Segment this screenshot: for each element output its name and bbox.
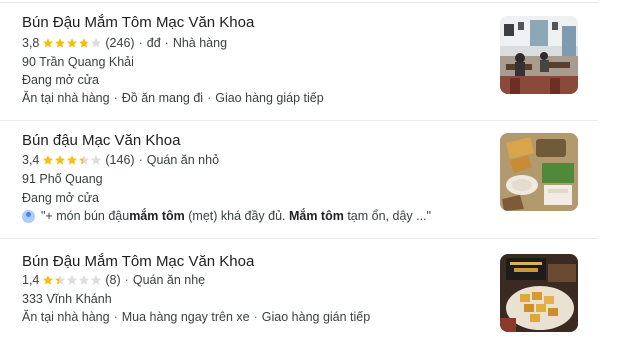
place-address: 333 Vĩnh Khánh bbox=[22, 292, 112, 306]
separator-dot: · bbox=[113, 91, 118, 105]
rating-stars bbox=[42, 154, 102, 166]
review-highlight: Mắm tôm bbox=[288, 209, 344, 223]
fried-tofu-photo-icon bbox=[500, 254, 578, 332]
divider bbox=[0, 238, 598, 239]
separator-dot: · bbox=[207, 91, 212, 105]
price-level: đđ bbox=[146, 36, 161, 50]
divider bbox=[0, 120, 598, 121]
separator-dot: · bbox=[164, 36, 169, 50]
service-option: Đồ ăn mang đi bbox=[121, 91, 204, 105]
place-address: 91 Phố Quang bbox=[22, 172, 103, 186]
star-icon bbox=[79, 275, 90, 285]
star-icon bbox=[67, 155, 78, 165]
star-icon bbox=[43, 155, 54, 165]
place-category: Nhà hàng bbox=[172, 36, 228, 50]
place-address: 90 Trần Quang Khải bbox=[22, 55, 134, 69]
review-count[interactable]: (146) bbox=[105, 153, 134, 167]
rating-row: 1,4 (8) · Quán ăn nhẹ bbox=[22, 273, 205, 287]
reviewer-avatar-icon bbox=[22, 209, 35, 223]
star-icon bbox=[43, 38, 54, 48]
review-count[interactable]: (246) bbox=[105, 36, 134, 50]
rating-stars bbox=[42, 37, 102, 49]
star-icon bbox=[55, 275, 66, 285]
review-text: tạm ổn, dậy ..." bbox=[343, 209, 431, 223]
rating-row: 3,4 (146) · Quán ăn nhỏ bbox=[22, 153, 219, 167]
rating-stars bbox=[42, 274, 102, 286]
service-option: Giao hàng giáp tiếp bbox=[215, 91, 324, 105]
separator-dot: · bbox=[124, 273, 129, 287]
review-snippet[interactable]: "+ món bún đậu mắm tôm (mẹt) khá đầy đủ.… bbox=[22, 209, 431, 223]
star-icon bbox=[91, 155, 102, 165]
service-option: Ăn tại nhà hàng bbox=[22, 310, 110, 324]
rating-value: 3,4 bbox=[22, 153, 40, 167]
service-options: Ăn tại nhà hàng · Mua hàng ngay trên xe … bbox=[22, 310, 370, 324]
star-icon bbox=[55, 38, 66, 48]
star-icon bbox=[79, 38, 90, 48]
star-icon bbox=[79, 155, 90, 165]
star-icon bbox=[91, 38, 102, 48]
star-icon bbox=[67, 38, 78, 48]
service-option: Ăn tại nhà hàng bbox=[22, 91, 110, 105]
review-text: "+ món bún đậu bbox=[41, 209, 130, 223]
separator-dot: · bbox=[113, 310, 118, 324]
place-name[interactable]: Bún Đậu Mắm Tôm Mạc Văn Khoa bbox=[22, 14, 254, 31]
star-icon bbox=[43, 275, 54, 285]
food-platter-photo-icon bbox=[500, 133, 578, 211]
rating-row: 3,8 (246) · đđ · Nhà hàng bbox=[22, 36, 227, 50]
separator-dot: · bbox=[253, 310, 258, 324]
star-icon bbox=[91, 275, 102, 285]
rating-value: 3,8 bbox=[22, 36, 40, 50]
open-status: Đang mở cửa bbox=[22, 73, 100, 87]
star-icon bbox=[67, 275, 78, 285]
place-photo[interactable] bbox=[500, 16, 578, 94]
review-count[interactable]: (8) bbox=[105, 273, 120, 287]
service-options: Ăn tại nhà hàng · Đồ ăn mang đi · Giao h… bbox=[22, 91, 324, 105]
open-status: Đang mở cửa bbox=[22, 191, 100, 205]
divider-top bbox=[0, 2, 598, 3]
separator-dot: · bbox=[138, 153, 143, 167]
place-name[interactable]: Bún đậu Mạc Văn Khoa bbox=[22, 132, 180, 149]
place-name[interactable]: Bún Đậu Mắm Tôm Mạc Văn Khoa bbox=[22, 253, 254, 270]
restaurant-interior-photo-icon bbox=[500, 16, 578, 94]
review-text: (mẹt) khá đầy đủ. bbox=[184, 209, 289, 223]
place-photo[interactable] bbox=[500, 254, 578, 332]
star-icon bbox=[55, 155, 66, 165]
separator-dot: · bbox=[138, 36, 143, 50]
rating-value: 1,4 bbox=[22, 273, 40, 287]
place-photo[interactable] bbox=[500, 133, 578, 211]
review-highlight: mắm tôm bbox=[129, 209, 185, 223]
place-category: Quán ăn nhỏ bbox=[146, 153, 220, 167]
place-category: Quán ăn nhẹ bbox=[132, 273, 206, 287]
service-option: Giao hàng gián tiếp bbox=[261, 310, 371, 324]
service-option: Mua hàng ngay trên xe bbox=[121, 310, 250, 324]
